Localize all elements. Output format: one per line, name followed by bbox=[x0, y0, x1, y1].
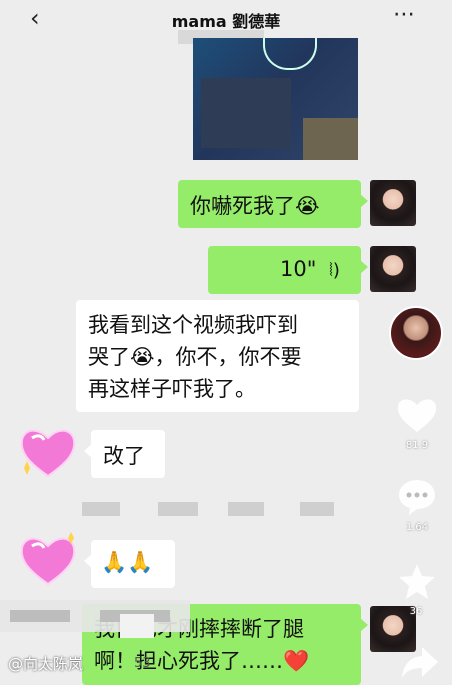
message-text: 🙏🙏 bbox=[101, 550, 154, 574]
voice-duration: 10" bbox=[280, 257, 317, 281]
received-bubble-5[interactable]: 🙏🙏 bbox=[84, 540, 175, 588]
avatar[interactable] bbox=[370, 180, 416, 226]
received-bubble-3[interactable]: 我看到这个视频我吓到 哭了😭，你不，你不要 再这样子吓我了。 bbox=[76, 300, 359, 412]
blurred-region bbox=[300, 502, 334, 516]
like-count: 81.9 bbox=[405, 440, 429, 451]
share-count: 36 bbox=[409, 606, 423, 617]
comment-bubble-icon[interactable] bbox=[397, 478, 437, 516]
watermark: @向太陈岚 bbox=[8, 655, 84, 673]
voice-message-bubble[interactable]: 10" ⦚) bbox=[208, 246, 368, 294]
favorite-star-icon[interactable] bbox=[397, 562, 437, 602]
sent-bubble-1[interactable]: 你嚇死我了😭 bbox=[178, 180, 368, 228]
comment-count: 1.64 bbox=[405, 522, 429, 533]
image-message[interactable] bbox=[193, 38, 358, 160]
blurred-region bbox=[120, 614, 154, 638]
message-line: 哭了😭，你不，你不要 bbox=[88, 345, 302, 369]
message-text: 你嚇死我了😭 bbox=[190, 194, 320, 218]
heart-sticker-icon bbox=[20, 532, 76, 586]
heart-sticker-icon bbox=[20, 429, 76, 478]
video-caption-overlay bbox=[0, 600, 190, 632]
time-fragment: 53 bbox=[134, 656, 151, 671]
photo-structure bbox=[201, 78, 291, 148]
chat-title: mama 劉德華 bbox=[171, 12, 281, 31]
message-line: 再这样子吓我了。 bbox=[88, 377, 256, 401]
creator-avatar[interactable] bbox=[389, 306, 443, 360]
message-line: 我看到这个视频我吓到 bbox=[88, 313, 298, 337]
avatar[interactable] bbox=[370, 246, 416, 292]
share-arrow-icon[interactable] bbox=[400, 645, 440, 681]
blurred-region bbox=[82, 502, 120, 516]
more-options-icon[interactable]: ⋯ bbox=[393, 2, 416, 27]
blurred-region bbox=[158, 502, 198, 516]
wechat-chat-screen: ‹ mama 劉德華 ⋯ 你嚇死我了😭 10" ⦚) 我看到这个视频我吓到 哭了… bbox=[0, 0, 452, 685]
received-bubble-4[interactable]: 改了 bbox=[84, 430, 165, 478]
message-text: 改了 bbox=[103, 444, 145, 468]
blurred-region bbox=[10, 610, 70, 622]
like-heart-icon[interactable] bbox=[396, 396, 438, 434]
photo-object bbox=[303, 118, 358, 160]
blurred-region bbox=[228, 502, 264, 516]
voice-wave-icon: ⦚) bbox=[329, 260, 340, 281]
